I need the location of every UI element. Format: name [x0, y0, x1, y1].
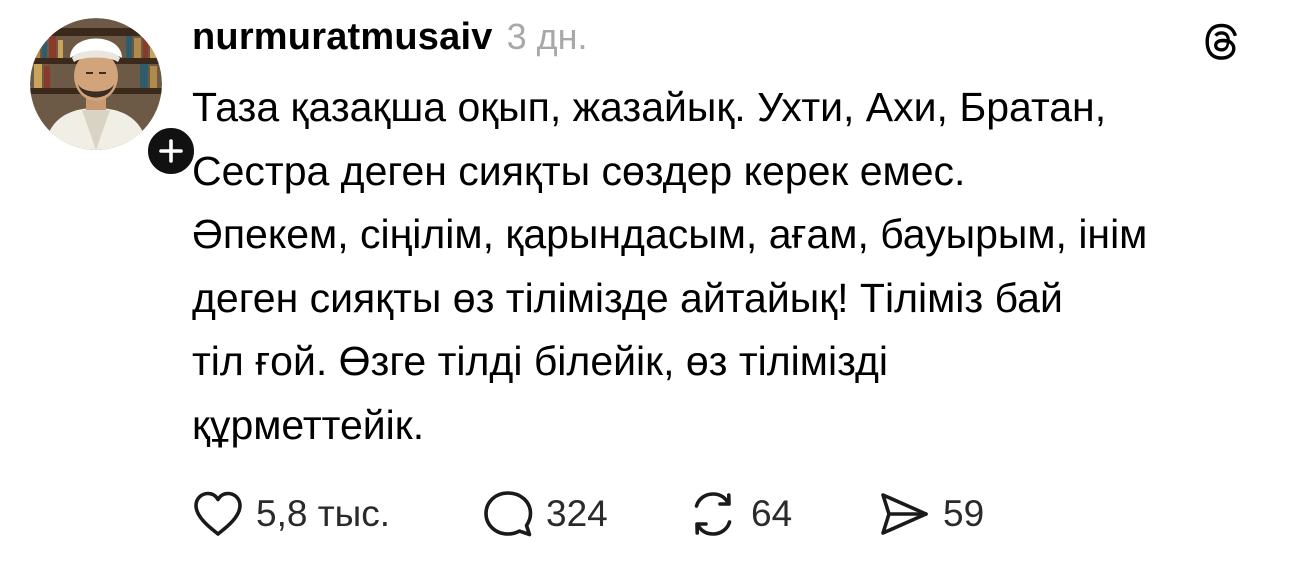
- avatar[interactable]: [30, 18, 162, 150]
- repost-icon: [694, 492, 732, 536]
- reply-count: 324: [546, 493, 608, 534]
- share-button[interactable]: 59: [877, 490, 984, 538]
- avatar-container: [30, 18, 200, 180]
- plus-icon: [159, 139, 183, 163]
- post-actions: 5,8 тыс. 324 64 59: [192, 488, 984, 540]
- username-link[interactable]: nurmuratmusaiv: [192, 16, 493, 59]
- send-icon: [881, 493, 928, 535]
- share-count: 59: [943, 493, 985, 534]
- repost-button[interactable]: 64: [687, 489, 877, 539]
- threads-post: nurmuratmusaiv 3 дн. Таза қазақша оқып, …: [0, 0, 1290, 579]
- repost-count: 64: [751, 493, 793, 534]
- like-button[interactable]: 5,8 тыс.: [192, 490, 482, 538]
- post-header: nurmuratmusaiv 3 дн.: [192, 16, 587, 66]
- heart-icon: [194, 491, 242, 536]
- post-text: Таза қазақша оқып, жазайық. Ухти, Ахи, Б…: [192, 84, 1148, 448]
- like-count: 5,8 тыс.: [256, 493, 391, 534]
- reply-button[interactable]: 324: [482, 489, 687, 539]
- comment-icon: [484, 491, 533, 537]
- post-timestamp: 3 дн.: [506, 16, 588, 57]
- threads-logo-icon[interactable]: [1196, 18, 1244, 66]
